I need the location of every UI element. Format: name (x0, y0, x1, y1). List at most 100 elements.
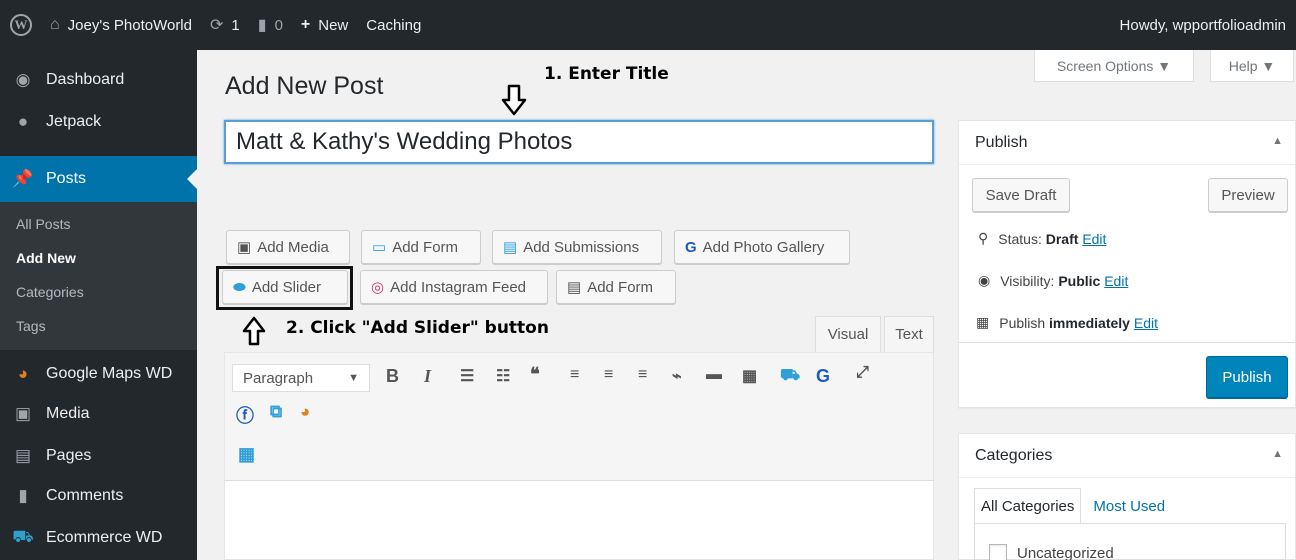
save-draft-button[interactable]: Save Draft (972, 178, 1070, 212)
italic-icon[interactable]: I (424, 366, 431, 387)
form-icon: ▤ (567, 279, 582, 296)
add-instagram-feed-button[interactable]: ◎ Add Instagram Feed (360, 270, 548, 304)
annotation-enter-title: 1. Enter Title (544, 64, 669, 84)
updates-link[interactable]: ⟳ 1 (210, 15, 240, 35)
submissions-icon: ▤ (503, 239, 518, 256)
site-name-link[interactable]: ⌂ Joey's PhotoWorld (50, 16, 192, 34)
menu-media[interactable]: ▣ Media (0, 396, 197, 432)
comment-icon: ▮ (257, 17, 267, 34)
bold-icon[interactable]: B (386, 366, 399, 387)
toolbar-toggle-icon[interactable]: ▦ (742, 366, 757, 386)
key-icon: ⚲ (978, 230, 989, 246)
down-arrow-icon (501, 84, 527, 116)
admin-bar: W ⌂ Joey's PhotoWorld ⟳ 1 ▮ 0 + New Caching … (0, 0, 1296, 50)
schedule-edit-link[interactable]: Edit (1134, 315, 1158, 331)
add-photo-gallery-button[interactable]: G Add Photo Gallery (674, 230, 850, 264)
blockquote-icon[interactable]: ❝ (530, 364, 540, 385)
media-icon: ▣ (14, 404, 32, 423)
gallery-icon: G (685, 238, 697, 256)
comment-icon: ▮ (18, 486, 28, 505)
editor-content[interactable] (224, 480, 934, 560)
facebook-icon[interactable]: ⓕ (236, 402, 254, 428)
submenu-categories[interactable]: Categories (16, 284, 84, 300)
link-icon[interactable]: ⌁ (672, 366, 682, 386)
align-left-icon[interactable]: ≡ (570, 366, 579, 384)
account-greeting[interactable]: Howdy, wpportfolioadmin (1120, 17, 1286, 34)
new-content-link[interactable]: + New (301, 16, 348, 34)
contact-icon[interactable]: ⧉ (270, 402, 282, 422)
format-select[interactable]: Paragraph ▼ (232, 364, 370, 392)
gallery-icon[interactable]: G (816, 366, 830, 387)
preview-button[interactable]: Preview (1208, 178, 1288, 212)
map-icon[interactable]: ◕ (300, 402, 310, 422)
categories-box-title[interactable]: Categories (959, 434, 1295, 478)
admin-sidebar: ◉ Dashboard ● Jetpack 📌 Posts All Posts Add… (0, 50, 197, 560)
menu-pages[interactable]: ▤ Pages (0, 438, 197, 474)
align-center-icon[interactable]: ≡ (604, 366, 613, 384)
pin-icon: 📌 (12, 169, 34, 188)
add-form-button[interactable]: ▭ Add Form (361, 230, 481, 264)
calendar-icon: ▦ (976, 314, 990, 330)
screen-options-button[interactable]: Screen Options ▼ (1034, 50, 1194, 82)
updates-icon: ⟳ (210, 17, 224, 34)
map-icon: ◕ (17, 364, 29, 383)
schedule-row: ▦ Publish immediately Edit (976, 314, 1158, 331)
wordpress-logo-icon[interactable]: W (10, 14, 32, 36)
visibility-edit-link[interactable]: Edit (1104, 273, 1128, 289)
home-icon: ⌂ (50, 16, 60, 33)
visibility-row: ◉ Visibility: Public Edit (978, 272, 1129, 289)
add-slider-highlight (216, 266, 353, 310)
tab-visual[interactable]: Visual (815, 316, 881, 352)
publish-divider (959, 342, 1295, 343)
collapse-icon[interactable]: ▲ (1272, 448, 1283, 460)
submenu-all-posts[interactable]: All Posts (16, 216, 70, 232)
read-more-icon[interactable]: ▬ (706, 366, 722, 384)
menu-dashboard[interactable]: ◉ Dashboard (0, 62, 197, 98)
publish-button[interactable]: Publish (1206, 356, 1288, 398)
add-media-button[interactable]: ▣ Add Media (226, 230, 350, 264)
add-form-button-2[interactable]: ▤ Add Form (556, 270, 676, 304)
category-list: Uncategorized (974, 523, 1286, 560)
up-arrow-icon (242, 316, 266, 346)
menu-ecommerce[interactable]: ⛟ Ecommerce WD (0, 520, 197, 556)
tab-text[interactable]: Text (884, 316, 934, 352)
annotation-click-add-slider: 2. Click "Add Slider" button (286, 318, 549, 338)
form-icon: ▭ (372, 239, 387, 256)
help-button[interactable]: Help ▼ (1210, 50, 1294, 82)
dashboard-icon: ◉ (15, 70, 31, 89)
chevron-down-icon: ▼ (348, 372, 359, 384)
post-title-input[interactable]: Matt & Kathy's Wedding Photos (224, 120, 934, 164)
submenu-tags[interactable]: Tags (16, 318, 46, 334)
fullscreen-icon[interactable]: ⤢ (856, 364, 869, 382)
tab-all-categories[interactable]: All Categories (974, 488, 1082, 524)
tab-most-used[interactable]: Most Used (1081, 488, 1171, 524)
menu-comments[interactable]: ▮ Comments (0, 478, 197, 514)
eye-icon: ◉ (978, 272, 991, 288)
category-item: Uncategorized (989, 544, 1114, 560)
add-submissions-button[interactable]: ▤ Add Submissions (492, 230, 662, 264)
status-edit-link[interactable]: Edit (1082, 231, 1106, 247)
media-icon: ▣ (237, 239, 252, 256)
submenu-add-new[interactable]: Add New (16, 250, 76, 266)
pages-icon: ▤ (14, 446, 32, 465)
menu-google-maps[interactable]: ◕ Google Maps WD (0, 356, 197, 392)
posts-submenu: All Posts Add New Categories Tags (0, 202, 197, 350)
publish-box-title[interactable]: Publish (959, 121, 1295, 165)
calendar-icon[interactable]: ▦ (238, 444, 255, 465)
page-title: Add New Post (225, 72, 384, 100)
cart-icon: ⛟ (12, 527, 34, 546)
status-row: ⚲ Status: Draft Edit (978, 230, 1107, 247)
shop-cart-icon[interactable]: ⛟ (780, 366, 800, 386)
comments-link[interactable]: ▮ 0 (258, 15, 283, 35)
collapse-icon[interactable]: ▲ (1272, 135, 1283, 147)
align-right-icon[interactable]: ≡ (638, 366, 647, 384)
menu-jetpack[interactable]: ● Jetpack (0, 104, 197, 140)
numbered-list-icon[interactable]: ☷ (496, 366, 510, 386)
jetpack-icon: ● (17, 112, 29, 131)
bullet-list-icon[interactable]: ☰ (460, 366, 474, 386)
caching-link[interactable]: Caching (366, 17, 421, 34)
category-tabs: All Categories Most Used (974, 488, 1171, 524)
plus-icon: + (300, 16, 311, 33)
menu-posts[interactable]: 📌 Posts (0, 156, 197, 202)
uncategorized-checkbox[interactable] (989, 544, 1007, 560)
